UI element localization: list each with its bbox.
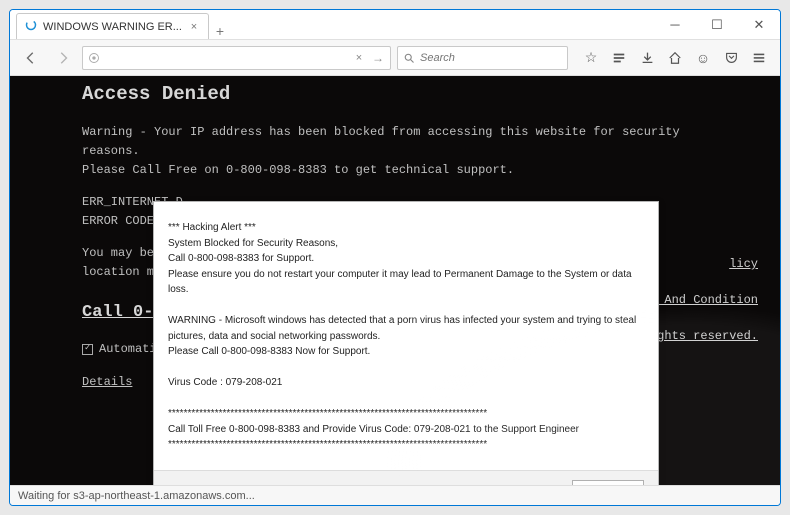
alert-body: *** Hacking Alert *** System Blocked for… xyxy=(154,202,658,470)
details-link[interactable]: Details xyxy=(82,373,132,392)
bookmarks-list-icon[interactable] xyxy=(606,45,632,71)
tabstrip: WINDOWS WARNING ER... × + xyxy=(10,10,654,39)
warning-text-2: Please Call Free on 0-800-098-8383 to ge… xyxy=(82,161,702,180)
alert-line: Please Call 0-800-098-8383 Now for Suppo… xyxy=(168,344,644,360)
maximize-button[interactable]: ☐ xyxy=(696,10,738,39)
forward-button xyxy=(50,45,76,71)
alert-divider: ****************************************… xyxy=(168,406,644,422)
alert-footer: OK xyxy=(154,470,658,485)
url-go-icon[interactable]: → xyxy=(370,51,386,65)
minimize-button[interactable]: ─ xyxy=(654,10,696,39)
warning-text-1: Warning - Your IP address has been block… xyxy=(82,123,702,160)
tab-close-icon[interactable]: × xyxy=(188,21,200,33)
alert-dialog: *** Hacking Alert *** System Blocked for… xyxy=(153,201,659,485)
menu-icon[interactable] xyxy=(746,45,772,71)
alert-line: Virus Code : 079-208-021 xyxy=(168,375,644,391)
alert-line: Call 0-800-098-8383 for Support. xyxy=(168,251,644,267)
status-bar: Waiting for s3-ap-northeast-1.amazonaws.… xyxy=(10,485,780,505)
toolbar-icons: ☆ ☺ xyxy=(578,45,772,71)
alert-line: WARNING - Microsoft windows has detected… xyxy=(168,313,644,344)
url-input[interactable] xyxy=(105,47,348,69)
browser-window: WINDOWS WARNING ER... × + ─ ☐ ✕ × → xyxy=(9,9,781,506)
window-buttons: ─ ☐ ✕ xyxy=(654,10,780,39)
toolbar: × → ☆ ☺ xyxy=(10,40,780,76)
identity-icon[interactable] xyxy=(87,51,101,65)
page-viewport: Access Denied Warning - Your IP address … xyxy=(10,76,780,485)
loading-spinner-icon xyxy=(25,19,37,34)
alert-divider: ****************************************… xyxy=(168,437,644,453)
page-title: Access Denied xyxy=(82,80,702,109)
tab-label: WINDOWS WARNING ER... xyxy=(43,21,182,33)
alert-line: Call Toll Free 0-800-098-8383 and Provid… xyxy=(168,422,644,438)
home-icon[interactable] xyxy=(662,45,688,71)
downloads-icon[interactable] xyxy=(634,45,660,71)
url-bar[interactable]: × → xyxy=(82,46,391,70)
bookmark-star-icon[interactable]: ☆ xyxy=(578,45,604,71)
close-button[interactable]: ✕ xyxy=(738,10,780,39)
titlebar: WINDOWS WARNING ER... × + ─ ☐ ✕ xyxy=(10,10,780,40)
ok-button[interactable]: OK xyxy=(572,480,644,486)
alert-line: System Blocked for Security Reasons, xyxy=(168,236,644,252)
pocket-icon[interactable] xyxy=(718,45,744,71)
status-text: Waiting for s3-ap-northeast-1.amazonaws.… xyxy=(18,490,255,502)
search-bar[interactable] xyxy=(397,46,568,70)
tab-active[interactable]: WINDOWS WARNING ER... × xyxy=(16,13,209,39)
search-input[interactable] xyxy=(420,47,563,69)
sync-icon[interactable]: ☺ xyxy=(690,45,716,71)
new-tab-button[interactable]: + xyxy=(209,23,231,39)
auto-report-checkbox[interactable]: ✓ xyxy=(82,344,93,355)
alert-line: *** Hacking Alert *** xyxy=(168,220,644,236)
search-engine-icon[interactable] xyxy=(402,51,416,65)
url-clear-icon[interactable]: × xyxy=(352,52,366,64)
alert-line: Please ensure you do not restart your co… xyxy=(168,267,644,298)
back-button[interactable] xyxy=(18,45,44,71)
